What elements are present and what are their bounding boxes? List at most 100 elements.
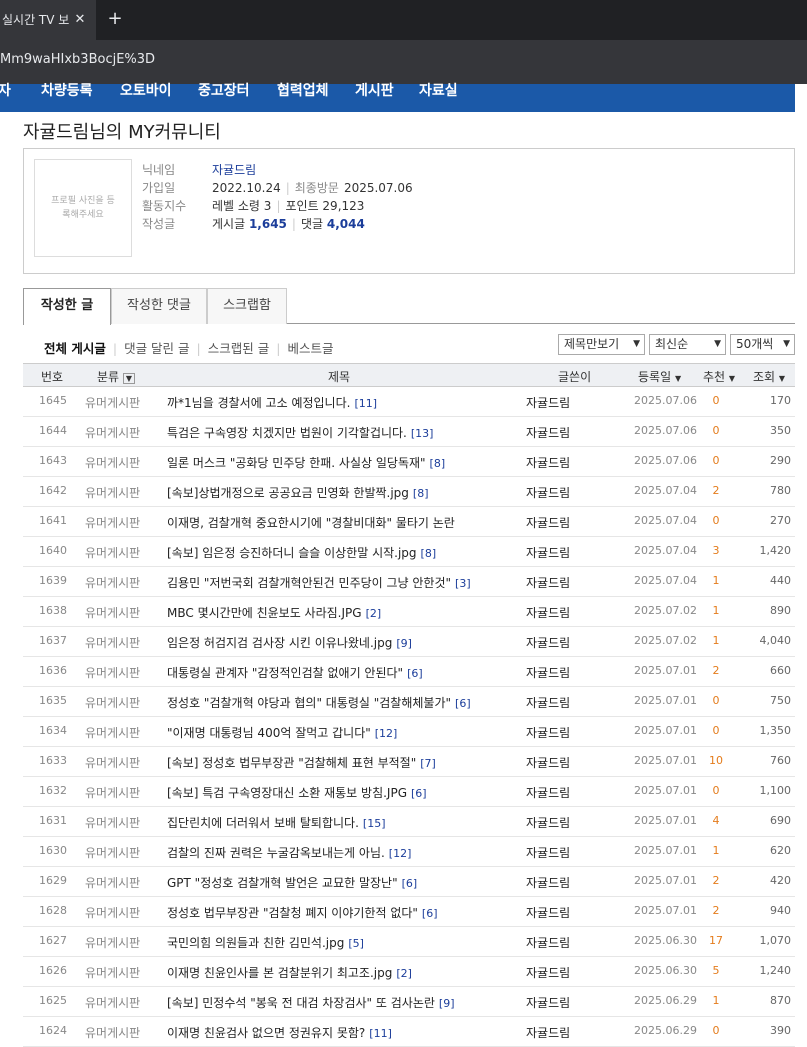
row-title-link[interactable]: [속보] 특검 구속영장대신 소환 재통보 방침.JPG bbox=[167, 786, 407, 800]
row-title-link[interactable]: 대통령실 관계자 "감정적인검찰 없애기 안된다" bbox=[167, 666, 403, 680]
row-comment-count[interactable]: [15] bbox=[363, 817, 386, 830]
row-category[interactable]: 유머게시판 bbox=[85, 454, 140, 471]
row-comment-count[interactable]: [8] bbox=[421, 547, 437, 560]
row-category[interactable]: 유머게시판 bbox=[85, 874, 140, 891]
row-title-link[interactable]: 이재명 친윤검사 없으면 정권유지 못함? bbox=[167, 1026, 365, 1040]
nav-item-partners[interactable]: 협력업체 bbox=[277, 80, 329, 100]
header-date[interactable]: 등록일 ▼ bbox=[638, 368, 681, 385]
row-category[interactable]: 유머게시판 bbox=[85, 964, 140, 981]
table-row[interactable]: 1637 유머게시판 임은정 허검지검 검사장 시킨 이유나왔네.jpg [9] 자귤드… bbox=[23, 627, 795, 657]
row-title-link[interactable]: 정성호 법무부장관 "검찰청 폐지 이야기한적 없다" bbox=[167, 906, 418, 920]
row-comment-count[interactable]: [6] bbox=[411, 787, 427, 800]
row-category[interactable]: 유머게시판 bbox=[85, 844, 140, 861]
row-category[interactable]: 유머게시판 bbox=[85, 424, 140, 441]
filter-all[interactable]: 전체 게시글 bbox=[44, 341, 106, 356]
row-comment-count[interactable]: [11] bbox=[354, 397, 377, 410]
row-category[interactable]: 유머게시판 bbox=[85, 724, 140, 741]
table-row[interactable]: 1639 유머게시판 김용민 "저번국회 검찰개혁안된건 민주당이 그냥 안한것" [… bbox=[23, 567, 795, 597]
nav-item-car-registration[interactable]: 차량등록 bbox=[41, 80, 93, 100]
row-author[interactable]: 자귤드림 bbox=[526, 904, 570, 921]
nav-item-archive[interactable]: 자료실 bbox=[419, 80, 458, 100]
row-title-link[interactable]: 이재명, 검찰개혁 중요한시기에 "경찰비대화" 물타기 논란 bbox=[167, 516, 455, 530]
row-author[interactable]: 자귤드림 bbox=[526, 754, 570, 771]
row-author[interactable]: 자귤드림 bbox=[526, 874, 570, 891]
view-mode-select[interactable]: 제목만보기 ▼ bbox=[558, 334, 645, 355]
table-row[interactable]: 1638 유머게시판 MBC 몇시간만에 친윤보도 사라짐.JPG [2] 자귤드림 20… bbox=[23, 597, 795, 627]
row-author[interactable]: 자귤드림 bbox=[526, 664, 570, 681]
table-row[interactable]: 1626 유머게시판 이재명 친윤인사를 본 검찰분위기 최고조.jpg [2] 자귤드… bbox=[23, 957, 795, 987]
new-tab-icon[interactable]: + bbox=[106, 0, 124, 40]
nav-item-board[interactable]: 게시판 bbox=[355, 80, 394, 100]
nav-item-used-market[interactable]: 중고장터 bbox=[198, 80, 250, 100]
row-title-link[interactable]: "이재명 대통령님 400억 잘먹고 갑니다" bbox=[167, 726, 371, 740]
row-category[interactable]: 유머게시판 bbox=[85, 814, 140, 831]
tab-written-comments[interactable]: 작성한 댓글 bbox=[111, 288, 207, 324]
row-author[interactable]: 자귤드림 bbox=[526, 544, 570, 561]
table-row[interactable]: 1632 유머게시판 [속보] 특검 구속영장대신 소환 재통보 방침.JPG [6]… bbox=[23, 777, 795, 807]
row-comment-count[interactable]: [9] bbox=[396, 637, 412, 650]
header-category[interactable]: 분류 ▼ bbox=[97, 368, 136, 385]
row-title-link[interactable]: [속보] 정성호 법무부장관 "검찰해체 표현 부적절" bbox=[167, 756, 416, 770]
filter-commented[interactable]: 댓글 달린 글 bbox=[124, 341, 189, 356]
row-title-link[interactable]: [속보] 임은정 승진하더니 슬슬 이상한말 시작.jpg bbox=[167, 546, 417, 560]
row-title-link[interactable]: 임은정 허검지검 검사장 시킨 이유나왔네.jpg bbox=[167, 636, 392, 650]
table-row[interactable]: 1641 유머게시판 이재명, 검찰개혁 중요한시기에 "경찰비대화" 물타기 논란… bbox=[23, 507, 795, 537]
table-row[interactable]: 1624 유머게시판 이재명 친윤검사 없으면 정권유지 못함? [11] 자귤드림 20… bbox=[23, 1017, 795, 1047]
row-category[interactable]: 유머게시판 bbox=[85, 484, 140, 501]
page-size-select[interactable]: 50개씩 ▼ bbox=[730, 334, 795, 355]
row-category[interactable]: 유머게시판 bbox=[85, 604, 140, 621]
row-comment-count[interactable]: [12] bbox=[375, 727, 398, 740]
row-comment-count[interactable]: [9] bbox=[439, 997, 455, 1010]
nav-item-motorcycle[interactable]: 오토바이 bbox=[120, 80, 172, 100]
row-author[interactable]: 자귤드림 bbox=[526, 574, 570, 591]
nickname-value[interactable]: 자귤드림 bbox=[212, 163, 256, 177]
tab-written-posts[interactable]: 작성한 글 bbox=[23, 288, 111, 325]
row-author[interactable]: 자귤드림 bbox=[526, 844, 570, 861]
row-author[interactable]: 자귤드림 bbox=[526, 724, 570, 741]
category-dropdown-icon[interactable]: ▼ bbox=[122, 373, 136, 384]
filter-best[interactable]: 베스트글 bbox=[287, 341, 333, 356]
row-comment-count[interactable]: [6] bbox=[455, 697, 471, 710]
row-title-link[interactable]: 국민의힘 의원들과 친한 김민석.jpg bbox=[167, 936, 344, 950]
row-title-link[interactable]: 집단린치에 더러워서 보배 탈퇴합니다. bbox=[167, 816, 359, 830]
row-title-link[interactable]: 이재명 친윤인사를 본 검찰분위기 최고조.jpg bbox=[167, 966, 392, 980]
table-row[interactable]: 1640 유머게시판 [속보] 임은정 승진하더니 슬슬 이상한말 시작.jpg [8… bbox=[23, 537, 795, 567]
row-comment-count[interactable]: [6] bbox=[422, 907, 438, 920]
table-row[interactable]: 1629 유머게시판 GPT "정성호 검찰개혁 발언은 교묘한 말장난" [6] 자귤… bbox=[23, 867, 795, 897]
row-comment-count[interactable]: [8] bbox=[430, 457, 446, 470]
table-row[interactable]: 1627 유머게시판 국민의힘 의원들과 친한 김민석.jpg [5] 자귤드림 2025… bbox=[23, 927, 795, 957]
row-category[interactable]: 유머게시판 bbox=[85, 514, 140, 531]
table-row[interactable]: 1645 유머게시판 까*1님을 경찰서에 고소 예정입니다. [11] 자귤드림 202… bbox=[23, 387, 795, 417]
row-category[interactable]: 유머게시판 bbox=[85, 664, 140, 681]
table-row[interactable]: 1634 유머게시판 "이재명 대통령님 400억 잘먹고 갑니다" [12] 자귤드림… bbox=[23, 717, 795, 747]
row-title-link[interactable]: [속보] 민정수석 "봉욱 전 대검 차장검사" 또 검사논란 bbox=[167, 996, 435, 1010]
row-title-link[interactable]: 일론 머스크 "공화당 민주당 한패. 사실상 일당독재" bbox=[167, 456, 426, 470]
row-comment-count[interactable]: [2] bbox=[366, 607, 382, 620]
row-author[interactable]: 자귤드림 bbox=[526, 964, 570, 981]
table-row[interactable]: 1630 유머게시판 검찰의 진짜 권력은 누굴감옥보내는게 아님. [12] 자귤드림… bbox=[23, 837, 795, 867]
row-category[interactable]: 유머게시판 bbox=[85, 994, 140, 1011]
row-title-link[interactable]: MBC 몇시간만에 친윤보도 사라짐.JPG bbox=[167, 606, 362, 620]
row-category[interactable]: 유머게시판 bbox=[85, 1024, 140, 1041]
row-category[interactable]: 유머게시판 bbox=[85, 574, 140, 591]
row-author[interactable]: 자귤드림 bbox=[526, 514, 570, 531]
row-comment-count[interactable]: [12] bbox=[389, 847, 412, 860]
row-title-link[interactable]: 정성호 "검찰개혁 야당과 협의" 대통령실 "검찰해체불가" bbox=[167, 696, 451, 710]
row-author[interactable]: 자귤드림 bbox=[526, 784, 570, 801]
sort-select[interactable]: 최신순 ▼ bbox=[649, 334, 726, 355]
table-row[interactable]: 1636 유머게시판 대통령실 관계자 "감정적인검찰 없애기 안된다" [6] 자귤드… bbox=[23, 657, 795, 687]
row-comment-count[interactable]: [6] bbox=[407, 667, 423, 680]
row-category[interactable]: 유머게시판 bbox=[85, 694, 140, 711]
row-title-link[interactable]: [속보]상법개정으로 공공요금 민영화 한발짝.jpg bbox=[167, 486, 409, 500]
row-author[interactable]: 자귤드림 bbox=[526, 1024, 570, 1041]
row-category[interactable]: 유머게시판 bbox=[85, 394, 140, 411]
table-row[interactable]: 1642 유머게시판 [속보]상법개정으로 공공요금 민영화 한발짝.jpg [8] 자… bbox=[23, 477, 795, 507]
table-row[interactable]: 1631 유머게시판 집단린치에 더러워서 보배 탈퇴합니다. [15] 자귤드림 202… bbox=[23, 807, 795, 837]
row-author[interactable]: 자귤드림 bbox=[526, 454, 570, 471]
profile-photo-placeholder[interactable]: 프로필 사진을 등록해주세요 bbox=[34, 159, 132, 257]
table-row[interactable]: 1635 유머게시판 정성호 "검찰개혁 야당과 협의" 대통령실 "검찰해체불가"… bbox=[23, 687, 795, 717]
row-comment-count[interactable]: [11] bbox=[369, 1027, 392, 1040]
row-category[interactable]: 유머게시판 bbox=[85, 634, 140, 651]
row-author[interactable]: 자귤드림 bbox=[526, 694, 570, 711]
filter-scrapped[interactable]: 스크랩된 글 bbox=[208, 341, 269, 356]
